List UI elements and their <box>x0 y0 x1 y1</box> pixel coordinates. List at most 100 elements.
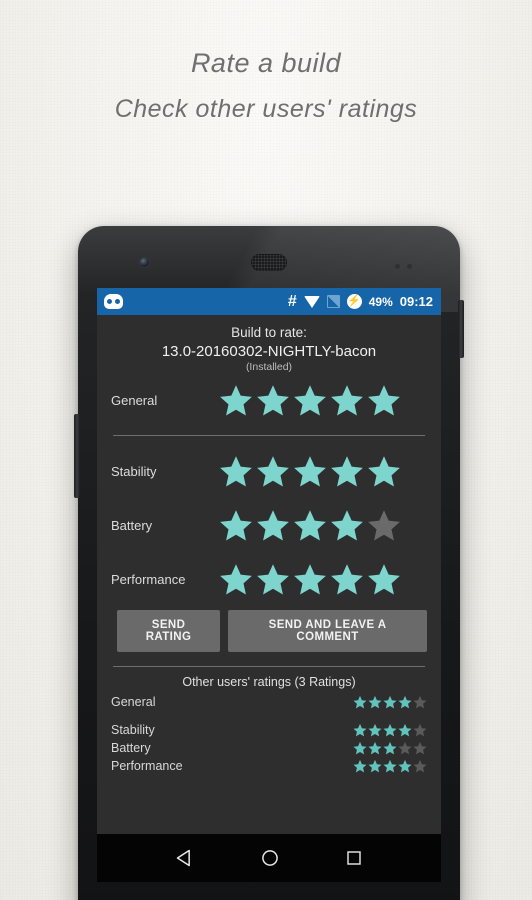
volume-button[interactable] <box>74 414 80 498</box>
build-info-block: Build to rate: 13.0-20160302-NIGHTLY-bac… <box>111 325 427 373</box>
battery-charging-icon: ⚡ <box>346 294 362 309</box>
star-icon-filled[interactable] <box>256 383 290 417</box>
rating-row-label: Battery <box>111 517 153 533</box>
proximity-sensors-icon <box>395 264 412 269</box>
rating-row-battery[interactable]: Battery <box>111 498 427 552</box>
send-rating-button[interactable]: SEND RATING <box>117 610 221 652</box>
star-icon-filled[interactable] <box>330 562 364 596</box>
star-icon-filled[interactable] <box>330 508 364 542</box>
star-icon-filled[interactable] <box>256 562 290 596</box>
rate-build-screen: Build to rate: 13.0-20160302-NIGHTLY-bac… <box>97 315 441 834</box>
star-icon-filled[interactable] <box>367 383 401 417</box>
star-icon-filled <box>353 741 367 755</box>
other-rating-row-general: General <box>111 693 427 711</box>
action-button-row: SEND RATING SEND AND LEAVE A COMMENT <box>111 610 427 652</box>
promo-headline-secondary: Check other users' ratings <box>114 95 418 123</box>
star-icon-filled[interactable] <box>293 508 327 542</box>
rating-stars-battery[interactable] <box>219 508 401 542</box>
other-users-ratings-title: Other users' ratings (3 Ratings) <box>182 675 356 689</box>
front-camera-icon <box>140 258 149 267</box>
build-installed-status: (Installed) <box>245 361 293 373</box>
star-icon-filled[interactable] <box>219 562 253 596</box>
star-icon-filled <box>383 759 397 773</box>
other-rating-row-stability: Stability <box>111 721 427 739</box>
other-rating-stars-general <box>353 695 427 709</box>
promo-headings: Rate a build Check other users' ratings <box>0 48 532 124</box>
section-divider <box>113 435 425 436</box>
rating-stars-general[interactable] <box>219 383 401 417</box>
other-rating-row-battery: Battery <box>111 739 427 757</box>
other-rating-label: Performance <box>111 759 183 773</box>
other-rating-label: Stability <box>111 723 155 737</box>
star-icon-empty[interactable] <box>367 508 401 542</box>
status-bar: # ⚡ 49% 09:12 <box>97 288 441 315</box>
star-icon-empty <box>413 759 427 773</box>
recents-square-icon[interactable] <box>345 849 363 867</box>
status-bar-right-cluster: # ⚡ 49% 09:12 <box>287 292 433 310</box>
back-triangle-icon[interactable] <box>175 848 195 868</box>
other-rating-stars-performance <box>353 759 427 773</box>
star-icon-filled <box>398 759 412 773</box>
battery-percent-label: 49% <box>368 294 393 309</box>
star-icon-filled[interactable] <box>256 454 290 488</box>
phone-device: # ⚡ 49% 09:12 Build to rate: 13.0-201603… <box>74 226 464 900</box>
star-icon-filled[interactable] <box>219 508 253 542</box>
star-icon-filled <box>353 723 367 737</box>
star-icon-filled[interactable] <box>330 454 364 488</box>
star-icon-filled <box>353 695 367 709</box>
android-navigation-bar <box>97 834 441 882</box>
star-icon-filled[interactable] <box>219 454 253 488</box>
rating-row-label: General <box>111 392 158 408</box>
other-rating-row-performance: Performance <box>111 757 427 775</box>
star-icon-filled[interactable] <box>293 562 327 596</box>
rating-stars-performance[interactable] <box>219 562 401 596</box>
star-icon-filled <box>368 741 382 755</box>
other-rating-label: Battery <box>111 741 151 755</box>
signal-no-service-icon <box>326 295 340 308</box>
rating-stars-stability[interactable] <box>219 454 401 488</box>
star-icon-filled[interactable] <box>219 383 253 417</box>
other-rows-spacer <box>111 711 427 721</box>
rating-row-stability[interactable]: Stability <box>111 444 427 498</box>
star-icon-filled <box>353 759 367 773</box>
other-rating-stars-battery <box>353 741 427 755</box>
star-icon-empty <box>413 741 427 755</box>
promo-headline-primary: Rate a build <box>190 48 342 78</box>
star-icon-filled <box>383 695 397 709</box>
rating-row-general[interactable]: General <box>111 373 427 427</box>
rating-row-label: Stability <box>111 463 157 479</box>
star-icon-filled[interactable] <box>256 508 290 542</box>
star-icon-filled <box>383 741 397 755</box>
star-icon-filled <box>368 723 382 737</box>
phone-bottom-chin <box>78 888 460 900</box>
send-and-comment-button[interactable]: SEND AND LEAVE A COMMENT <box>228 610 427 652</box>
hash-icon: # <box>287 292 297 310</box>
star-icon-filled <box>398 723 412 737</box>
star-icon-empty <box>413 695 427 709</box>
build-to-rate-label: Build to rate: <box>231 325 307 340</box>
star-icon-filled <box>368 695 382 709</box>
star-icon-filled[interactable] <box>293 383 327 417</box>
star-icon-filled[interactable] <box>330 383 364 417</box>
home-circle-icon[interactable] <box>260 848 280 868</box>
status-bar-clock: 09:12 <box>399 294 433 309</box>
build-name-label: 13.0-20160302-NIGHTLY-bacon <box>161 343 377 360</box>
rating-row-label: Performance <box>111 571 186 587</box>
phone-screen: # ⚡ 49% 09:12 Build to rate: 13.0-201603… <box>97 288 441 882</box>
star-icon-empty <box>398 741 412 755</box>
star-icon-filled[interactable] <box>367 562 401 596</box>
other-rating-label: General <box>111 695 156 709</box>
earpiece-speaker-icon <box>251 254 287 271</box>
wifi-icon <box>303 295 320 308</box>
other-rating-stars-stability <box>353 723 427 737</box>
star-icon-filled <box>368 759 382 773</box>
star-icon-filled[interactable] <box>367 454 401 488</box>
rating-row-performance[interactable]: Performance <box>111 552 427 606</box>
star-icon-filled[interactable] <box>293 454 327 488</box>
star-icon-empty <box>413 723 427 737</box>
star-icon-filled <box>383 723 397 737</box>
others-section-divider <box>113 666 425 667</box>
star-icon-filled <box>398 695 412 709</box>
cyanogenmod-logo-icon <box>104 294 123 309</box>
power-button[interactable] <box>458 300 464 358</box>
